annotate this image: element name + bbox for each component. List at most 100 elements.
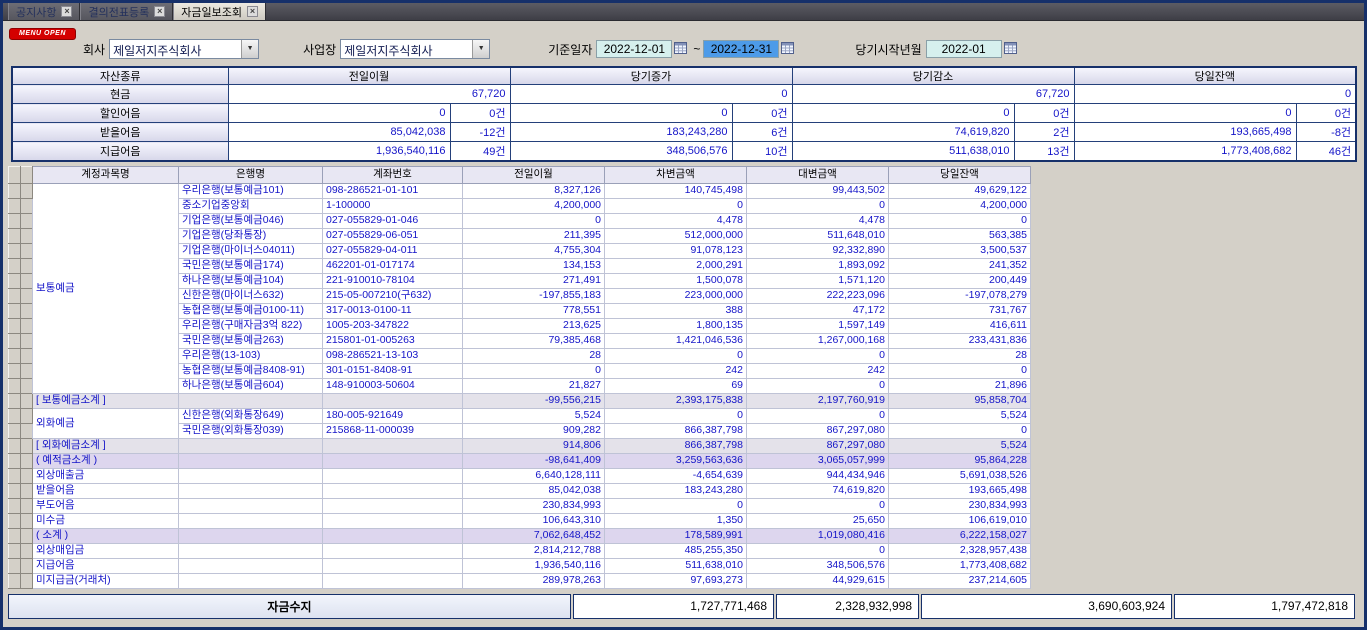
account-name-cell[interactable]: ( 소계 ) [33, 528, 179, 543]
row-selector[interactable] [9, 393, 21, 408]
account-number-cell[interactable]: 098-286521-13-103 [323, 348, 463, 363]
calendar-icon[interactable] [674, 41, 687, 57]
prev-balance-cell[interactable]: 5,524 [463, 408, 605, 423]
daily-balance-cell[interactable]: 95,864,228 [889, 453, 1031, 468]
daily-balance-cell[interactable]: 563,385 [889, 228, 1031, 243]
debit-amount-cell[interactable]: 866,387,798 [605, 423, 747, 438]
debit-amount-cell[interactable]: 0 [605, 198, 747, 213]
row-selector[interactable] [9, 558, 21, 573]
debit-amount-cell[interactable]: 1,500,078 [605, 273, 747, 288]
bank-name-cell[interactable] [179, 468, 323, 483]
amount-cell[interactable]: 0 [510, 104, 732, 123]
row-selector[interactable] [21, 363, 33, 378]
debit-amount-cell[interactable]: 388 [605, 303, 747, 318]
daily-balance-cell[interactable]: 0 [889, 423, 1031, 438]
chevron-down-icon[interactable]: ▼ [241, 40, 258, 58]
prev-balance-cell[interactable]: 6,640,128,111 [463, 468, 605, 483]
summary-row-discounted-notes[interactable]: 할인어음 0 0건 0 0건 0 0건 0 0건 [12, 104, 1356, 123]
daily-balance-cell[interactable]: 5,524 [889, 408, 1031, 423]
row-selector[interactable] [21, 303, 33, 318]
amount-cell[interactable]: 1,936,540,116 [228, 142, 450, 161]
row-selector[interactable] [9, 303, 21, 318]
bank-name-cell[interactable] [179, 393, 323, 408]
credit-amount-cell[interactable]: 47,172 [747, 303, 889, 318]
credit-amount-cell[interactable]: 0 [747, 408, 889, 423]
row-selector[interactable] [9, 543, 21, 558]
row-selector[interactable] [21, 573, 33, 588]
row-selector[interactable] [21, 378, 33, 393]
row-selector[interactable] [21, 423, 33, 438]
account-number-cell[interactable] [323, 393, 463, 408]
account-number-cell[interactable]: 180-005-921649 [323, 408, 463, 423]
debit-amount-cell[interactable]: 178,589,991 [605, 528, 747, 543]
prev-balance-cell[interactable]: 8,327,126 [463, 183, 605, 198]
count-cell[interactable]: 2건 [1014, 123, 1074, 142]
account-number-cell[interactable]: 1005-203-347822 [323, 318, 463, 333]
close-icon[interactable]: × [154, 6, 165, 17]
prev-balance-cell[interactable]: 0 [463, 213, 605, 228]
amount-cell[interactable]: 67,720 [792, 85, 1074, 104]
credit-amount-cell[interactable]: 511,648,010 [747, 228, 889, 243]
prev-balance-cell[interactable]: 79,385,468 [463, 333, 605, 348]
bank-name-cell[interactable] [179, 573, 323, 588]
amount-cell[interactable]: 0 [228, 104, 450, 123]
daily-balance-cell[interactable]: 4,200,000 [889, 198, 1031, 213]
daily-balance-cell[interactable]: 106,619,010 [889, 513, 1031, 528]
daily-balance-cell[interactable]: 241,352 [889, 258, 1031, 273]
amount-cell[interactable]: 511,638,010 [792, 142, 1014, 161]
row-selector[interactable] [21, 318, 33, 333]
account-name-cell[interactable]: ( 예적금소계 ) [33, 453, 179, 468]
date-from-input[interactable]: 2022-12-01 [596, 40, 672, 58]
calendar-icon[interactable] [781, 41, 794, 57]
bank-name-cell[interactable] [179, 543, 323, 558]
bank-name-cell[interactable] [179, 498, 323, 513]
account-number-cell[interactable]: 215868-11-000039 [323, 423, 463, 438]
account-number-cell[interactable]: 027-055829-04-011 [323, 243, 463, 258]
close-icon[interactable]: × [247, 6, 258, 17]
table-row[interactable]: 지급어음 1,936,540,116 511,638,010 348,506,5… [9, 558, 1031, 573]
amount-cell[interactable]: 183,243,280 [510, 123, 732, 142]
credit-amount-cell[interactable]: 867,297,080 [747, 438, 889, 453]
prev-balance-cell[interactable]: -99,556,215 [463, 393, 605, 408]
amount-cell[interactable]: 85,042,038 [228, 123, 450, 142]
daily-balance-cell[interactable]: 0 [889, 363, 1031, 378]
credit-amount-cell[interactable]: 92,332,890 [747, 243, 889, 258]
prev-balance-cell[interactable]: 4,755,304 [463, 243, 605, 258]
amount-cell[interactable]: 348,506,576 [510, 142, 732, 161]
row-selector[interactable] [21, 258, 33, 273]
row-selector[interactable] [21, 558, 33, 573]
bank-name-cell[interactable]: 중소기업중앙회 [179, 198, 323, 213]
table-row[interactable]: [ 보통예금소계 ] -99,556,215 2,393,175,838 2,1… [9, 393, 1031, 408]
amount-cell[interactable]: 1,773,408,682 [1074, 142, 1296, 161]
bank-name-cell[interactable]: 우리은행(구매자금3억 822) [179, 318, 323, 333]
daily-balance-cell[interactable]: 731,767 [889, 303, 1031, 318]
debit-amount-cell[interactable]: 511,638,010 [605, 558, 747, 573]
daily-balance-cell[interactable]: 237,214,605 [889, 573, 1031, 588]
row-selector[interactable] [21, 393, 33, 408]
row-selector[interactable] [21, 483, 33, 498]
bank-name-cell[interactable]: 국민은행(외화통장039) [179, 423, 323, 438]
credit-amount-cell[interactable]: 1,597,149 [747, 318, 889, 333]
account-name-cell[interactable]: [ 보통예금소계 ] [33, 393, 179, 408]
prev-balance-cell[interactable]: 230,834,993 [463, 498, 605, 513]
count-cell[interactable]: 10건 [732, 142, 792, 161]
bank-name-cell[interactable]: 국민은행(보통예금174) [179, 258, 323, 273]
daily-balance-cell[interactable]: 416,611 [889, 318, 1031, 333]
debit-amount-cell[interactable]: 1,800,135 [605, 318, 747, 333]
account-name-cell[interactable]: 외화예금 [33, 408, 179, 438]
row-selector[interactable] [9, 378, 21, 393]
period-start-input[interactable]: 2022-01 [926, 40, 1002, 58]
account-number-cell[interactable] [323, 468, 463, 483]
row-selector[interactable] [9, 438, 21, 453]
credit-amount-cell[interactable]: 242 [747, 363, 889, 378]
row-selector[interactable] [21, 273, 33, 288]
account-number-cell[interactable]: 301-0151-8408-91 [323, 363, 463, 378]
daily-balance-cell[interactable]: 230,834,993 [889, 498, 1031, 513]
count-cell[interactable]: -12건 [450, 123, 510, 142]
row-selector[interactable] [9, 528, 21, 543]
account-number-cell[interactable] [323, 573, 463, 588]
amount-cell[interactable]: 74,619,820 [792, 123, 1014, 142]
prev-balance-cell[interactable]: 28 [463, 348, 605, 363]
bank-name-cell[interactable]: 농협은행(보통예금8408-91) [179, 363, 323, 378]
date-to-input[interactable]: 2022-12-31 [703, 40, 779, 58]
